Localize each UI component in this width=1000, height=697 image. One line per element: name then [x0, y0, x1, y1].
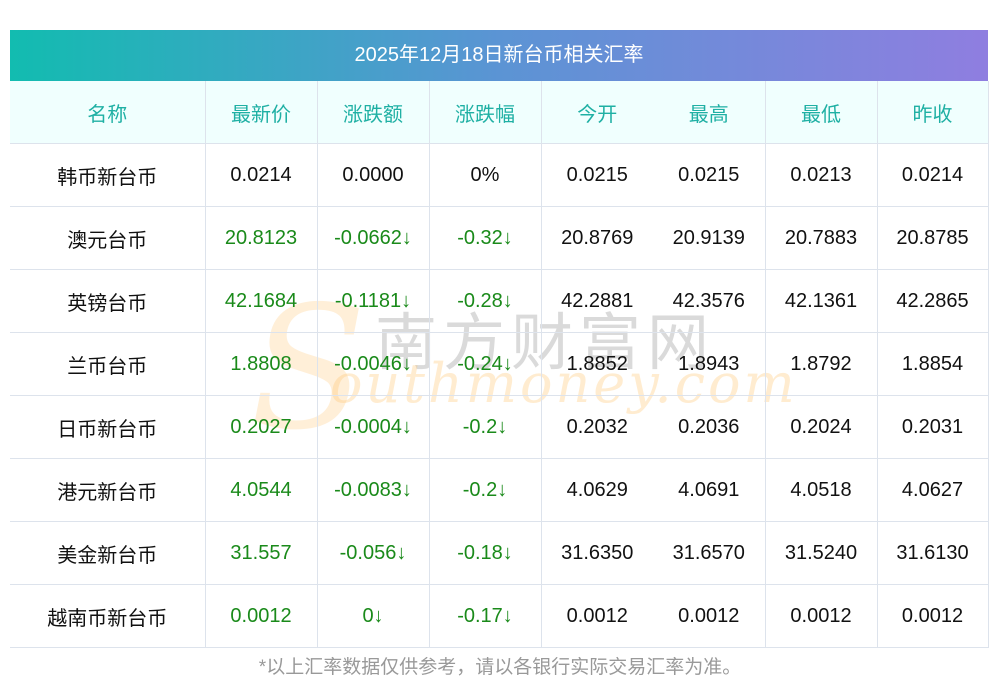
table-row: 英镑台币 42.1684 -0.1181↓ -0.28↓ 42.2881 42.3576 4… — [10, 269, 989, 333]
table-row: 美金新台币 31.557 -0.056↓ -0.18↓ 31.6350 31.6570 31… — [10, 521, 989, 585]
cell-latest: 0.0214 — [205, 143, 318, 207]
cell-high: 42.3576 — [653, 269, 766, 333]
cell-prev: 4.0627 — [877, 458, 989, 522]
rate-table-card: 2025年12月18日新台币相关汇率 名称 最新价 涨跌额 涨跌幅 今开 最高 最低 昨收 韩… — [10, 30, 989, 648]
cell-name: 日币新台币 — [10, 395, 206, 459]
cell-change: -0.1181↓ — [317, 269, 430, 333]
cell-low: 20.7883 — [765, 206, 878, 270]
cell-open: 0.2032 — [541, 395, 653, 459]
column-header-change: 涨跌额 — [317, 81, 430, 144]
cell-prev: 0.0012 — [877, 584, 989, 648]
column-header-name: 名称 — [10, 81, 206, 144]
cell-open: 31.6350 — [541, 521, 653, 585]
cell-change: -0.0662↓ — [317, 206, 430, 270]
table-title: 2025年12月18日新台币相关汇率 — [10, 30, 988, 81]
cell-latest: 0.2027 — [205, 395, 318, 459]
cell-high: 0.0215 — [653, 143, 766, 207]
column-header-open: 今开 — [541, 81, 653, 144]
cell-pct: -0.28↓ — [429, 269, 542, 333]
cell-latest: 31.557 — [205, 521, 318, 585]
cell-name: 美金新台币 — [10, 521, 206, 585]
cell-pct: -0.18↓ — [429, 521, 542, 585]
cell-name: 英镑台币 — [10, 269, 206, 333]
cell-low: 31.5240 — [765, 521, 878, 585]
table-row: 韩币新台币 0.0214 0.0000 0% 0.0215 0.0215 0.0213 0.0… — [10, 143, 989, 207]
cell-prev: 20.8785 — [877, 206, 989, 270]
cell-high: 20.9139 — [653, 206, 766, 270]
cell-low: 0.2024 — [765, 395, 878, 459]
cell-pct: 0% — [429, 143, 542, 207]
cell-prev: 42.2865 — [877, 269, 989, 333]
cell-pct: -0.17↓ — [429, 584, 542, 648]
cell-pct: -0.2↓ — [429, 395, 542, 459]
cell-latest: 4.0544 — [205, 458, 318, 522]
cell-open: 0.0012 — [541, 584, 653, 648]
cell-prev: 0.2031 — [877, 395, 989, 459]
cell-name: 澳元台币 — [10, 206, 206, 270]
cell-name: 越南币新台币 — [10, 584, 206, 648]
cell-open: 1.8852 — [541, 332, 653, 396]
cell-high: 31.6570 — [653, 521, 766, 585]
cell-open: 20.8769 — [541, 206, 653, 270]
table-row: 越南币新台币 0.0012 0↓ -0.17↓ 0.0012 0.0012 0.0012 0.… — [10, 584, 989, 648]
cell-high: 0.2036 — [653, 395, 766, 459]
cell-high: 1.8943 — [653, 332, 766, 396]
cell-change: 0.0000 — [317, 143, 430, 207]
column-header-latest: 最新价 — [205, 81, 318, 144]
cell-change: -0.056↓ — [317, 521, 430, 585]
cell-latest: 0.0012 — [205, 584, 318, 648]
header-row: 名称 最新价 涨跌额 涨跌幅 今开 最高 最低 昨收 — [10, 81, 989, 144]
column-header-low: 最低 — [765, 81, 878, 144]
cell-low: 42.1361 — [765, 269, 878, 333]
cell-prev: 31.6130 — [877, 521, 989, 585]
cell-open: 0.0215 — [541, 143, 653, 207]
cell-prev: 0.0214 — [877, 143, 989, 207]
cell-pct: -0.2↓ — [429, 458, 542, 522]
column-header-high: 最高 — [653, 81, 766, 144]
cell-open: 42.2881 — [541, 269, 653, 333]
column-header-prev: 昨收 — [877, 81, 989, 144]
cell-latest: 42.1684 — [205, 269, 318, 333]
table-row: 日币新台币 0.2027 -0.0004↓ -0.2↓ 0.2032 0.2036 0.20… — [10, 395, 989, 459]
cell-latest: 20.8123 — [205, 206, 318, 270]
cell-high: 4.0691 — [653, 458, 766, 522]
cell-change: 0↓ — [317, 584, 430, 648]
cell-change: -0.0083↓ — [317, 458, 430, 522]
rate-table: 名称 最新价 涨跌额 涨跌幅 今开 最高 最低 昨收 韩币新台币 0.0214 0.0000 0% 0… — [10, 81, 989, 648]
table-row: 港元新台币 4.0544 -0.0083↓ -0.2↓ 4.0629 4.0691 4.05… — [10, 458, 989, 522]
cell-change: -0.0004↓ — [317, 395, 430, 459]
cell-low: 1.8792 — [765, 332, 878, 396]
column-header-pct: 涨跌幅 — [429, 81, 542, 144]
cell-low: 4.0518 — [765, 458, 878, 522]
cell-name: 韩币新台币 — [10, 143, 206, 207]
cell-pct: -0.32↓ — [429, 206, 542, 270]
cell-high: 0.0012 — [653, 584, 766, 648]
table-row: 澳元台币 20.8123 -0.0662↓ -0.32↓ 20.8769 20.9139 2… — [10, 206, 989, 270]
cell-latest: 1.8808 — [205, 332, 318, 396]
cell-change: -0.0046↓ — [317, 332, 430, 396]
cell-name: 港元新台币 — [10, 458, 206, 522]
cell-name: 兰币台币 — [10, 332, 206, 396]
cell-open: 4.0629 — [541, 458, 653, 522]
cell-pct: -0.24↓ — [429, 332, 542, 396]
disclaimer: *以上汇率数据仅供参考，请以各银行实际交易汇率为准。 — [258, 657, 742, 678]
cell-low: 0.0012 — [765, 584, 878, 648]
cell-low: 0.0213 — [765, 143, 878, 207]
cell-prev: 1.8854 — [877, 332, 989, 396]
table-row: 兰币台币 1.8808 -0.0046↓ -0.24↓ 1.8852 1.8943 1.87… — [10, 332, 989, 396]
